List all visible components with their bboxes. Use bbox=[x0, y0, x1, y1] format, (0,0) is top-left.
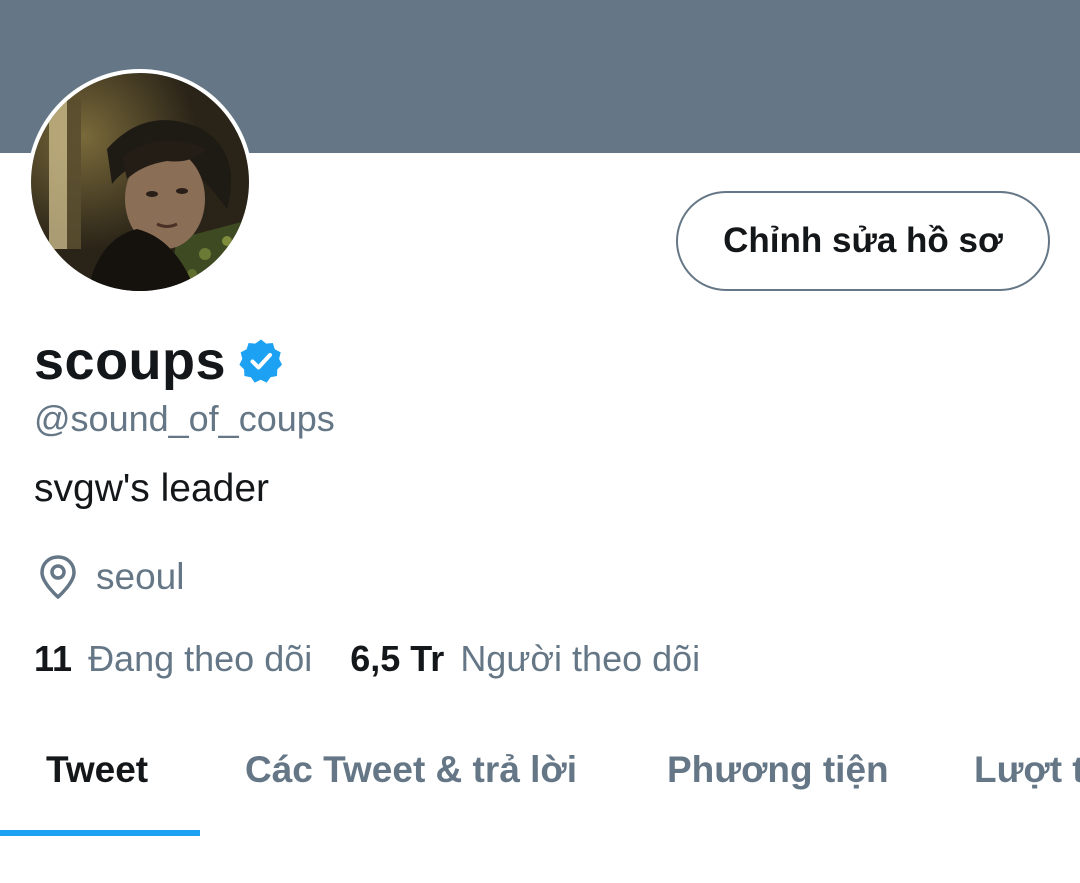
active-tab-indicator bbox=[0, 830, 200, 836]
profile-location: seoul bbox=[36, 552, 184, 602]
display-name: scoups bbox=[34, 331, 227, 391]
followers-label: Người theo dõi bbox=[460, 638, 701, 679]
followers-stat[interactable]: 6,5 Tr Người theo dõi bbox=[350, 638, 700, 680]
tab-tweets-and-replies[interactable]: Các Tweet & trả lời bbox=[245, 730, 577, 810]
tab-media[interactable]: Phương tiện bbox=[667, 730, 889, 810]
tab-likes[interactable]: Lượt thích bbox=[974, 730, 1080, 810]
verified-badge-icon bbox=[238, 338, 284, 384]
profile-stats: 11 Đang theo dõi 6,5 Tr Người theo dõi bbox=[34, 632, 700, 686]
avatar-photo bbox=[31, 73, 249, 291]
following-stat[interactable]: 11 Đang theo dõi bbox=[34, 638, 312, 680]
followers-count: 6,5 Tr bbox=[350, 638, 445, 679]
profile-handle: @sound_of_coups bbox=[34, 398, 335, 439]
following-count: 11 bbox=[34, 638, 73, 679]
profile-bio: svgw's leader bbox=[34, 467, 270, 510]
tab-tweets[interactable]: Tweet bbox=[46, 730, 148, 810]
name-row: scoups bbox=[34, 326, 284, 396]
profile-tabs: Tweet Các Tweet & trả lời Phương tiện Lư… bbox=[0, 730, 1080, 840]
following-label: Đang theo dõi bbox=[88, 638, 313, 679]
profile-page: Chỉnh sửa hồ sơ scoups @sound_of_coups s… bbox=[0, 0, 1080, 883]
location-pin-icon bbox=[36, 553, 80, 601]
avatar[interactable] bbox=[27, 69, 253, 295]
edit-profile-button[interactable]: Chỉnh sửa hồ sơ bbox=[676, 191, 1050, 291]
location-text: seoul bbox=[96, 556, 185, 597]
